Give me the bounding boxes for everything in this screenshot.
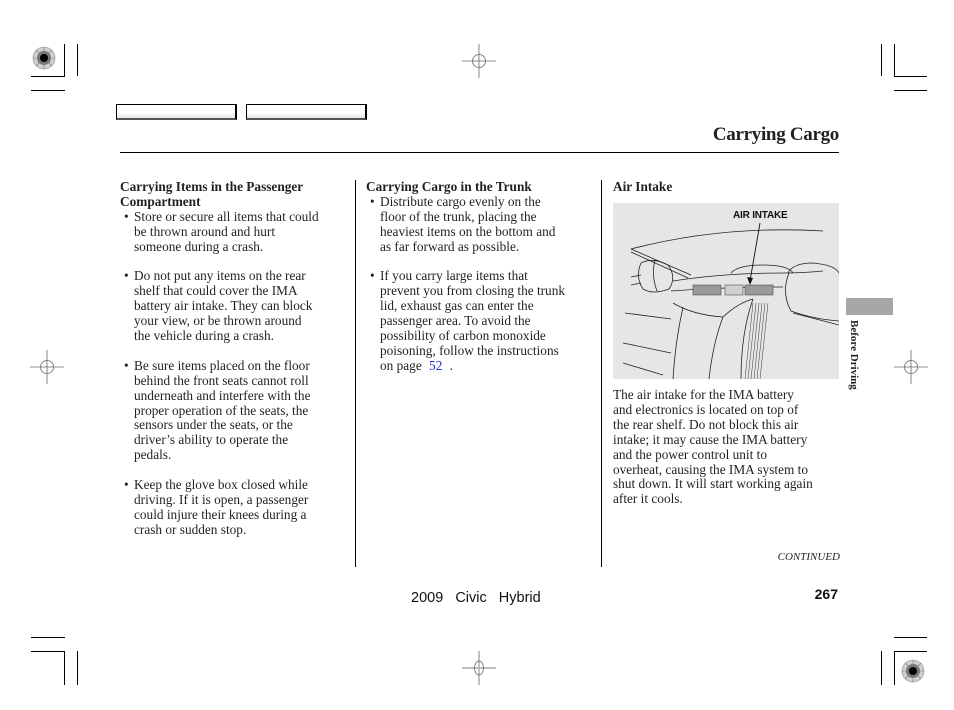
text-line: sensors under the seats, or the [134,417,293,433]
text-line: proper operation of the seats, the [134,402,309,418]
text-line: lid, exhaust gas can enter the [380,298,534,314]
crop-mark [894,90,927,91]
crosshair-icon [462,44,496,78]
footer-model: 2009 Civic Hybrid [411,590,541,606]
text-line: underneath and interfere with the [134,387,311,403]
section-passenger-compartment: Carrying Items in the Passenger Compartm… [120,179,352,538]
text-line: and electronics is located on top of [613,401,799,417]
text-line: pedals. [134,447,172,463]
bullet-icon: • [124,477,129,493]
text-line: passenger area. To avoid the [380,313,531,329]
crop-mark [77,44,78,76]
text-line: intake; it may cause the IMA battery [613,431,808,447]
text-line: as far forward as possible. [380,238,520,254]
figure-callout-label: AIR INTAKE [733,210,788,221]
crop-mark [894,76,927,77]
continued-label: CONTINUED [777,551,840,563]
header-rule [120,152,839,153]
air-intake-description: The air intake for the IMA battery and e… [613,387,845,507]
text-line: be thrown around and hurt [134,223,276,239]
section-tab-label: Before Driving [848,320,860,390]
text-line: driving. If it is open, a passenger [134,491,309,507]
text-line: . [446,357,453,373]
bullet-icon: • [124,208,129,224]
text-line: the vehicle during a crash. [134,328,274,344]
text-line: heaviest items on the bottom and [380,223,556,239]
column-divider [355,180,356,567]
registration-target-icon [32,46,56,70]
crop-mark [894,44,895,76]
crosshair-icon [462,651,496,685]
page-number: 267 [814,586,838,602]
crop-mark [64,44,65,76]
text-line: could injure their knees during a [134,506,307,522]
nav-button-previous[interactable] [116,104,237,120]
text-line: and the power control unit to [613,446,767,462]
text-line: If you carry large items that [380,268,528,284]
text-line: The air intake for the IMA battery [613,387,794,402]
crop-mark [64,651,65,685]
section-air-intake: Air Intake [613,179,843,195]
bullet-item: • Store or secure all items that could b… [120,208,352,255]
text-line: shut down. It will start working again [613,476,813,492]
page-title: Carrying Cargo [712,124,839,145]
text-line: possibility of carbon monoxide [380,328,546,344]
crop-mark [894,651,927,652]
bullet-item: • Be sure items placed on the floor behi… [120,357,352,463]
bullet-item: • Do not put any items on the rear shelf… [120,268,352,344]
crop-mark [31,637,65,638]
section-heading: Carrying Cargo in the Trunk [366,179,532,194]
text-line: on page [380,357,426,373]
crop-mark [881,651,882,685]
crop-mark [881,44,882,76]
text-line: the rear shelf. Do not block this air [613,416,799,432]
section-tab[interactable] [846,298,893,315]
section-heading: Air Intake [613,179,673,194]
text-line: poisoning, follow the instructions [380,342,559,358]
text-line: Store or secure all items that could [134,208,319,224]
registration-target-icon [901,659,925,683]
crop-mark [894,637,927,638]
text-line: after it cools. [613,491,683,507]
crop-mark [31,651,65,652]
text-line: your view, or be thrown around [134,313,302,329]
crosshair-icon [30,350,64,384]
heading-line: Compartment [120,193,201,209]
column-divider [601,180,602,567]
text-line: prevent you from closing the trunk [380,283,566,299]
section-heading: Carrying Items in the Passenger Compartm… [120,179,352,210]
crop-mark [894,651,895,685]
crop-mark [77,651,78,685]
text-line: Be sure items placed on the floor [134,357,310,373]
text-line: overheat, causing the IMA system to [613,461,808,477]
bullet-icon: • [124,268,129,284]
text-line: battery air intake. They can block [134,298,313,314]
rear-shelf-drawing [622,222,839,379]
bullet-icon: • [124,357,129,373]
bullet-icon: • [370,193,375,209]
bullet-item: • Keep the glove box closed while drivin… [120,477,352,538]
nav-button-next[interactable] [246,104,367,120]
text-line: behind the front seats cannot roll [134,372,309,388]
section-trunk: Carrying Cargo in the Trunk • Distribute… [366,179,598,374]
text-line: driver’s ability to operate the [134,432,289,448]
crop-mark [31,90,65,91]
text-line: Distribute cargo evenly on the [380,193,541,209]
text-line: someone during a crash. [134,238,264,254]
crop-mark [31,76,65,77]
text-line: crash or sudden stop. [134,521,247,537]
bullet-item: • Distribute cargo evenly on the floor o… [366,193,598,255]
text-line: shelf that could cover the IMA [134,283,298,299]
bullet-item: • If you carry large items that prevent … [366,268,598,373]
text-line: Keep the glove box closed while [134,477,308,493]
text-line: Do not put any items on the rear [134,268,306,284]
crosshair-icon [894,350,928,384]
heading-line: Carrying Items in the Passenger [120,179,304,194]
air-intake-illustration: AIR INTAKE [613,203,839,379]
page-link[interactable]: 52 [425,358,446,373]
text-line: floor of the trunk, placing the [380,208,537,224]
bullet-icon: • [370,268,375,284]
